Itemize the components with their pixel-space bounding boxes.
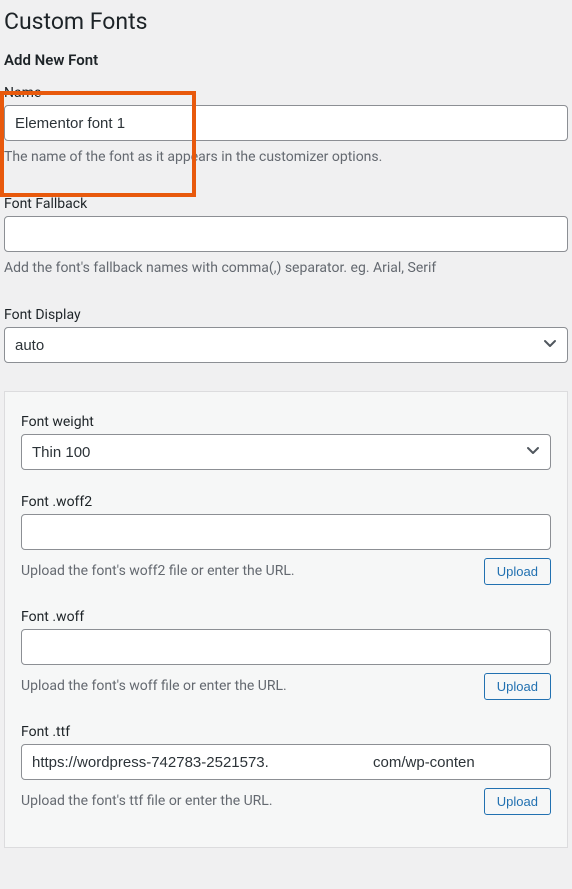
field-woff: Font .woff Upload the font's woff file o…: [21, 609, 551, 700]
woff2-input[interactable]: [21, 514, 551, 550]
fallback-label: Font Fallback: [4, 196, 568, 212]
field-name: Name The name of the font as it appears …: [0, 85, 572, 168]
field-fallback: Font Fallback Add the font's fallback na…: [0, 196, 572, 279]
variation-panel: Font weight Thin 100 Font .woff2 Upload …: [4, 391, 568, 848]
section-heading: Add New Font: [0, 51, 572, 69]
woff2-help: Upload the font's woff2 file or enter th…: [21, 561, 474, 582]
woff-label: Font .woff: [21, 609, 551, 625]
name-label: Name: [4, 85, 568, 101]
weight-select[interactable]: Thin 100: [21, 434, 551, 470]
woff-upload-button[interactable]: Upload: [484, 673, 551, 700]
weight-label: Font weight: [21, 414, 551, 430]
field-woff2: Font .woff2 Upload the font's woff2 file…: [21, 494, 551, 585]
woff2-upload-button[interactable]: Upload: [484, 558, 551, 585]
woff-help: Upload the font's woff file or enter the…: [21, 676, 474, 697]
ttf-label: Font .ttf: [21, 724, 551, 740]
ttf-help: Upload the font's ttf file or enter the …: [21, 791, 474, 812]
ttf-upload-button[interactable]: Upload: [484, 788, 551, 815]
field-weight: Font weight Thin 100: [21, 414, 551, 470]
woff2-label: Font .woff2: [21, 494, 551, 510]
fallback-input[interactable]: [4, 216, 568, 252]
display-select[interactable]: auto: [4, 327, 568, 363]
field-ttf: Font .ttf Upload the font's ttf file or …: [21, 724, 551, 815]
ttf-input[interactable]: [21, 744, 551, 780]
name-help: The name of the font as it appears in th…: [4, 147, 568, 168]
name-input[interactable]: [4, 105, 568, 141]
field-display: Font Display auto: [0, 307, 572, 363]
fallback-help: Add the font's fallback names with comma…: [4, 258, 568, 279]
woff-input[interactable]: [21, 629, 551, 665]
page-title: Custom Fonts: [0, 0, 572, 39]
display-label: Font Display: [4, 307, 568, 323]
